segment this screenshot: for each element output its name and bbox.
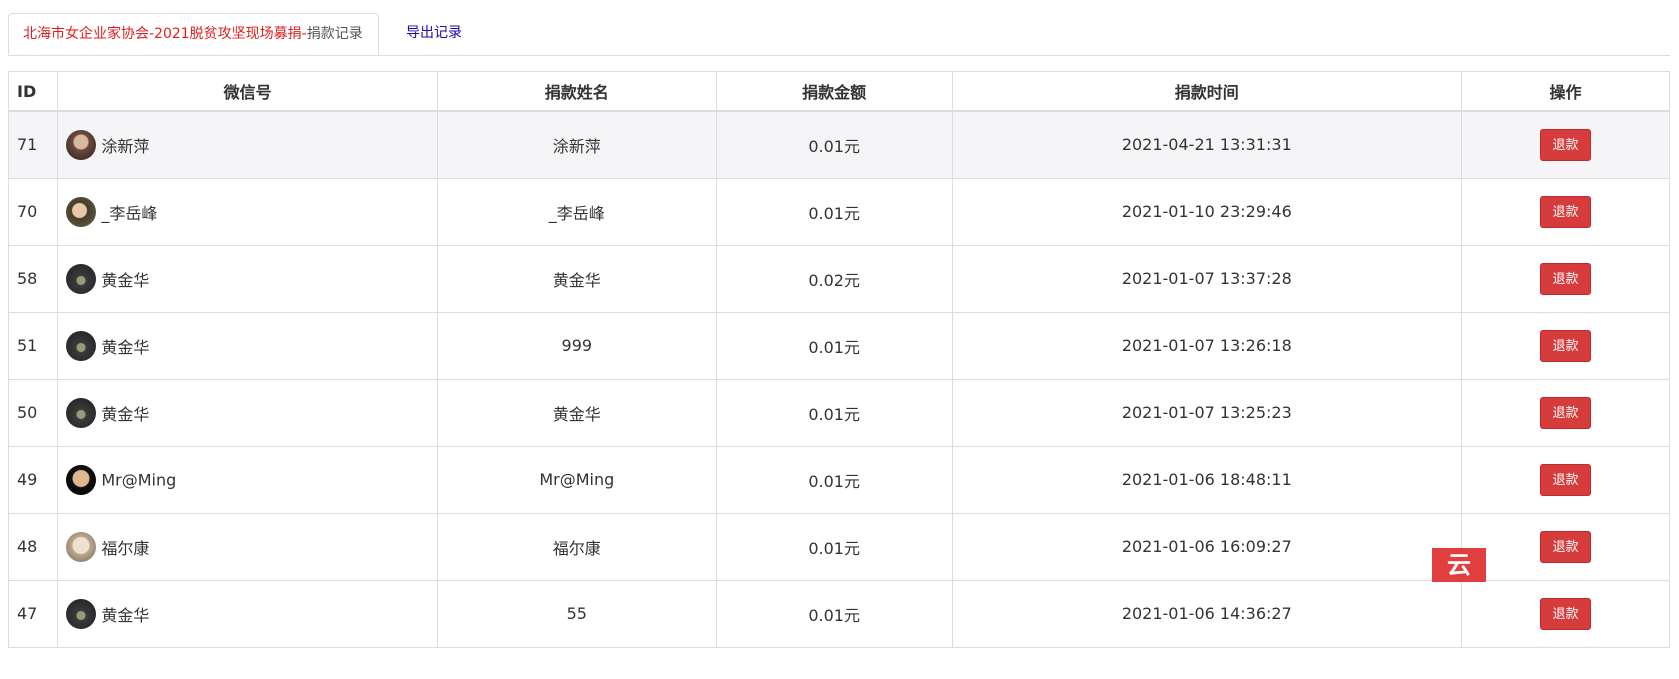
cell-wechat: 黄金华 bbox=[57, 579, 438, 648]
cell-action: 退款 bbox=[1460, 311, 1671, 380]
avatar bbox=[66, 196, 97, 227]
cell-action: 退款 bbox=[1460, 579, 1671, 648]
wechat-name: _李岳峰 bbox=[101, 203, 158, 223]
wechat-name: 黄金华 bbox=[101, 605, 150, 625]
wechat-name: 福尔康 bbox=[101, 538, 150, 558]
cell-time: 2021-01-06 16:09:27 bbox=[951, 512, 1462, 581]
cell-time: 2021-04-21 13:31:31 bbox=[951, 110, 1462, 179]
cell-action: 退款 bbox=[1460, 445, 1671, 514]
cell-time: 2021-01-07 13:26:18 bbox=[951, 311, 1462, 380]
table-row: 51 黄金华 999 0.01元 2021-01-07 13:26:18 退款 bbox=[7, 311, 1671, 380]
cell-time: 2021-01-06 18:48:11 bbox=[951, 445, 1462, 514]
cell-wechat: _李岳峰 bbox=[57, 177, 438, 246]
table-row: 48 福尔康 福尔康 0.01元 2021-01-06 16:09:27 退款 bbox=[7, 512, 1671, 581]
wechat-name: 黄金华 bbox=[101, 337, 150, 357]
cell-donor-name: 涂新萍 bbox=[436, 110, 717, 179]
cell-time: 2021-01-06 14:36:27 bbox=[951, 579, 1462, 648]
avatar bbox=[66, 397, 97, 428]
table-row: 49 Mr@Ming Mr@Ming 0.01元 2021-01-06 18:4… bbox=[7, 445, 1671, 514]
cell-amount: 0.01元 bbox=[715, 311, 953, 380]
cell-amount: 0.02元 bbox=[715, 244, 953, 313]
cell-wechat: 黄金华 bbox=[57, 244, 438, 313]
watermark-logo: 云 bbox=[1432, 548, 1486, 582]
header-donor-name: 捐款姓名 bbox=[436, 71, 717, 112]
cell-amount: 0.01元 bbox=[715, 378, 953, 447]
table-row: 50 黄金华 黄金华 0.01元 2021-01-07 13:25:23 退款 bbox=[7, 378, 1671, 447]
refund-button[interactable]: 退款 bbox=[1539, 396, 1591, 429]
cell-id: 51 bbox=[7, 311, 59, 380]
header-action: 操作 bbox=[1460, 71, 1671, 112]
table-row: 58 黄金华 黄金华 0.02元 2021-01-07 13:37:28 退款 bbox=[7, 244, 1671, 313]
avatar bbox=[66, 531, 97, 562]
cell-donor-name: 黄金华 bbox=[436, 378, 717, 447]
cell-time: 2021-01-10 23:29:46 bbox=[951, 177, 1462, 246]
avatar bbox=[66, 464, 97, 495]
header-id: ID bbox=[7, 71, 59, 112]
avatar bbox=[66, 598, 97, 629]
table-row: 71 涂新萍 涂新萍 0.01元 2021-04-21 13:31:31 退款 bbox=[7, 110, 1671, 179]
cell-id: 58 bbox=[7, 244, 59, 313]
cell-amount: 0.01元 bbox=[715, 512, 953, 581]
cell-id: 48 bbox=[7, 512, 59, 581]
cell-wechat: 涂新萍 bbox=[57, 110, 438, 179]
avatar bbox=[66, 129, 97, 160]
tab-donation-records[interactable]: 北海市女企业家协会-2021脱贫攻坚现场募捐-捐款记录 bbox=[8, 13, 379, 55]
refund-button[interactable]: 退款 bbox=[1539, 128, 1591, 161]
cell-action: 退款 bbox=[1460, 244, 1671, 313]
cell-id: 50 bbox=[7, 378, 59, 447]
refund-button[interactable]: 退款 bbox=[1539, 530, 1591, 563]
cell-action: 退款 bbox=[1460, 177, 1671, 246]
header-amount: 捐款金额 bbox=[715, 71, 953, 112]
cell-id: 70 bbox=[7, 177, 59, 246]
export-records-link[interactable]: 导出记录 bbox=[398, 13, 462, 55]
cell-amount: 0.01元 bbox=[715, 110, 953, 179]
avatar bbox=[66, 263, 97, 294]
avatar bbox=[66, 330, 97, 361]
cell-donor-name: 999 bbox=[436, 311, 717, 380]
cell-amount: 0.01元 bbox=[715, 445, 953, 514]
refund-button[interactable]: 退款 bbox=[1539, 262, 1591, 295]
header-time: 捐款时间 bbox=[951, 71, 1462, 112]
cell-time: 2021-01-07 13:37:28 bbox=[951, 244, 1462, 313]
cell-donor-name: 黄金华 bbox=[436, 244, 717, 313]
tab-title-campaign: 北海市女企业家协会-2021脱贫攻坚现场募捐- bbox=[23, 26, 307, 42]
tab-bar: 北海市女企业家协会-2021脱贫攻坚现场募捐-捐款记录 导出记录 bbox=[8, 13, 1670, 56]
cell-wechat: 黄金华 bbox=[57, 311, 438, 380]
cell-action: 退款 bbox=[1460, 512, 1671, 581]
cell-amount: 0.01元 bbox=[715, 579, 953, 648]
cell-donor-name: 福尔康 bbox=[436, 512, 717, 581]
refund-button[interactable]: 退款 bbox=[1539, 597, 1591, 630]
refund-button[interactable]: 退款 bbox=[1539, 329, 1591, 362]
cell-donor-name: 55 bbox=[436, 579, 717, 648]
table-row: 47 黄金华 55 0.01元 2021-01-06 14:36:27 退款 bbox=[7, 579, 1671, 648]
cell-wechat: 福尔康 bbox=[57, 512, 438, 581]
cell-wechat: Mr@Ming bbox=[57, 445, 438, 514]
wechat-name: 黄金华 bbox=[101, 270, 150, 290]
cell-donor-name: _李岳峰 bbox=[436, 177, 717, 246]
refund-button[interactable]: 退款 bbox=[1539, 195, 1591, 228]
cell-donor-name: Mr@Ming bbox=[436, 445, 717, 514]
cell-action: 退款 bbox=[1460, 110, 1671, 179]
header-wechat: 微信号 bbox=[57, 71, 438, 112]
wechat-name: Mr@Ming bbox=[101, 470, 177, 489]
cell-action: 退款 bbox=[1460, 378, 1671, 447]
table-header-row: ID 微信号 捐款姓名 捐款金额 捐款时间 操作 bbox=[7, 71, 1671, 112]
table-row: 70 _李岳峰 _李岳峰 0.01元 2021-01-10 23:29:46 退… bbox=[7, 177, 1671, 246]
cell-id: 49 bbox=[7, 445, 59, 514]
refund-button[interactable]: 退款 bbox=[1539, 463, 1591, 496]
cell-time: 2021-01-07 13:25:23 bbox=[951, 378, 1462, 447]
wechat-name: 涂新萍 bbox=[101, 136, 150, 156]
cell-id: 47 bbox=[7, 579, 59, 648]
wechat-name: 黄金华 bbox=[101, 404, 150, 424]
cell-wechat: 黄金华 bbox=[57, 378, 438, 447]
tab-title-suffix: 捐款记录 bbox=[306, 26, 363, 42]
cell-id: 71 bbox=[7, 110, 59, 179]
donation-records-table: ID 微信号 捐款姓名 捐款金额 捐款时间 操作 71 涂新萍 涂新萍 0.01… bbox=[7, 71, 1671, 648]
cell-amount: 0.01元 bbox=[715, 177, 953, 246]
